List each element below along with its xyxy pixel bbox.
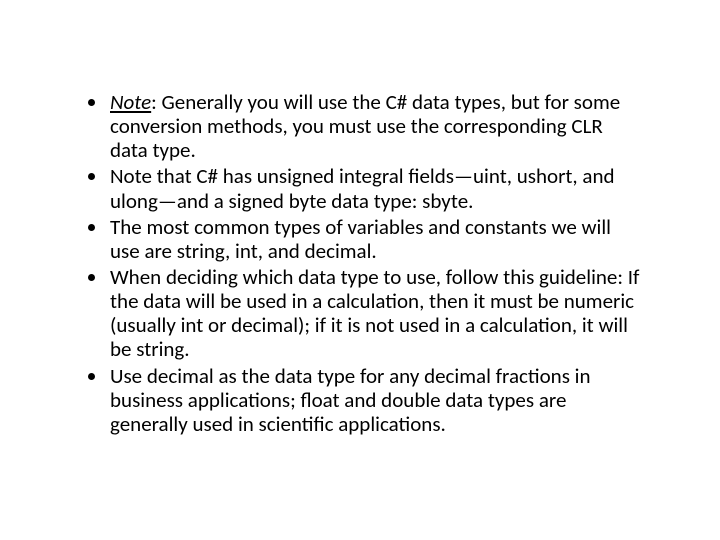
list-item: Note: Generally you will use the C# data… bbox=[108, 90, 640, 162]
bullet-text: The most common types of variables and c… bbox=[110, 214, 611, 264]
bullet-text: When deciding which data type to use, fo… bbox=[110, 264, 639, 362]
list-item: Note that C# has unsigned integral field… bbox=[108, 164, 640, 212]
bullet-list: Note: Generally you will use the C# data… bbox=[80, 90, 640, 436]
bullet-text: Use decimal as the data type for any dec… bbox=[110, 363, 591, 437]
note-prefix: Note bbox=[110, 89, 151, 115]
note-sep: : bbox=[151, 89, 161, 115]
slide: Note: Generally you will use the C# data… bbox=[0, 0, 720, 540]
list-item: The most common types of variables and c… bbox=[108, 215, 640, 263]
bullet-text: Generally you will use the C# data types… bbox=[110, 89, 620, 163]
list-item: Use decimal as the data type for any dec… bbox=[108, 364, 640, 436]
bullet-text: Note that C# has unsigned integral field… bbox=[110, 163, 615, 213]
list-item: When deciding which data type to use, fo… bbox=[108, 265, 640, 362]
